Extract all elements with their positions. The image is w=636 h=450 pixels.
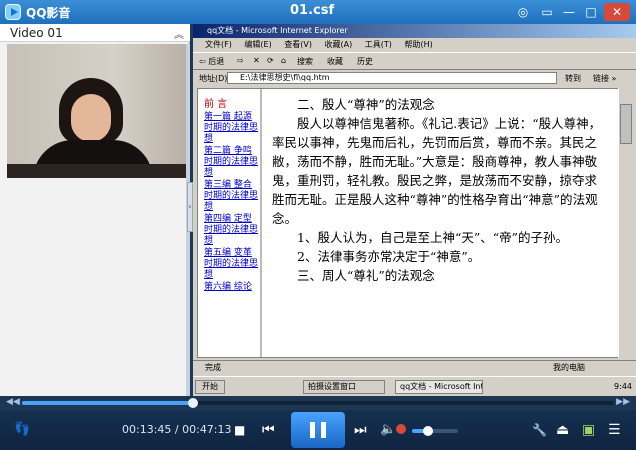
ie-links-label: 链接 » [593, 74, 617, 83]
total-time: 00:47:13 [182, 423, 232, 436]
seek-bar: ◀◀ ▶▶ [0, 396, 636, 410]
seek-handle[interactable] [188, 398, 199, 408]
ie-start-button: 开始 [195, 380, 225, 394]
ie-title-bar: qq文档 - Microsoft Internet Explorer [193, 24, 636, 38]
ie-home-icon: ⌂ [281, 56, 287, 65]
fast-forward-icon[interactable]: ▶▶ [616, 397, 630, 407]
skin-icon[interactable]: ◎ [514, 3, 532, 21]
thumbnail-desk [7, 164, 187, 178]
ie-menu-item: 收藏(A) [324, 40, 353, 49]
mute-indicator-icon [396, 424, 406, 434]
ie-favorites-label: 收藏 [327, 57, 343, 66]
ie-menu-bar: 文件(F) 编辑(E) 查看(V) 收藏(A) 工具(T) 帮助(H) [193, 38, 636, 52]
ie-menu-item: 编辑(E) [244, 40, 272, 49]
ie-nav-frame: 前 言 第一篇 起源时期的法律思想 第二篇 争鸣时期的法律思想 第三编 整合时期… [198, 89, 262, 357]
rewind-icon[interactable]: ◀◀ [6, 397, 20, 407]
ie-status-text: 完成 [205, 363, 221, 372]
playlist-item-label[interactable]: Video 01 [10, 26, 63, 40]
content-paragraph: 三、周人“尊礼”的法观念 [272, 268, 435, 283]
minimize-button[interactable]: — [560, 3, 578, 21]
ie-nav-link: 第四编 定型时期的法律思想 [204, 214, 259, 246]
previous-button[interactable]: ⏮ [262, 418, 275, 442]
ie-address-bar: 地址(D) E:\法律思想史\fl\qq.htm 转到 链接 » [193, 70, 636, 86]
content-paragraph: 二、殷人“尊神”的法观念 [272, 97, 435, 112]
thumbnail-person-face [71, 94, 111, 142]
playlist-header: Video 01 ︽ [0, 24, 190, 42]
ie-page-frame: 前 言 第一篇 起源时期的法律思想 第二篇 争鸣时期的法律思想 第三编 整合时期… [197, 88, 620, 358]
seek-track[interactable] [22, 398, 614, 408]
file-name: 01.csf [290, 3, 335, 18]
ie-status-bar: 完成 我的电脑 [193, 360, 636, 374]
content-paragraph: 殷人以尊神信鬼著称。《礼记.表记》上说：“殷人尊神，率民以事神，先鬼而后礼，先罚… [272, 116, 602, 226]
ie-nav-title: 前 言 [204, 99, 228, 110]
seek-progress-fill [22, 401, 194, 405]
ie-back-icon: ⇦ 后退 [199, 57, 225, 66]
video-thumbnail[interactable] [7, 44, 187, 178]
stop-button[interactable]: ■ [234, 418, 245, 442]
time-display: 00:13:45 / 00:47:13 [122, 423, 232, 436]
ie-menu-item: 工具(T) [364, 40, 392, 49]
volume-handle[interactable] [423, 426, 434, 436]
main-menu-icon[interactable]: ▭ [538, 3, 556, 21]
ie-address-value: E:\法律思想史\fl\qq.htm [227, 72, 557, 84]
ie-nav-link: 第二篇 争鸣时期的法律思想 [204, 146, 259, 178]
ie-forward-icon: ⇨ [237, 56, 244, 65]
ie-task-item: 拍摄设置窗口 [303, 380, 385, 394]
content-paragraph: 2、法律事务亦常决定于“神意”。 [272, 249, 481, 264]
ie-toolbar: ⇦ 后退 ⇨ ✕ ⟳ ⌂ 搜索 收藏 历史 [193, 52, 636, 70]
tools-icon[interactable]: 🔧 [532, 418, 547, 442]
video-display[interactable]: qq文档 - Microsoft Internet Explorer 文件(F)… [193, 24, 636, 396]
ie-clock: 9:44 [614, 382, 632, 391]
control-bar: 👣 00:13:45 / 00:47:13 ■ ⏮ ⏭ 🔈 🔧 ⏏ ▣ ☰ [0, 410, 636, 450]
volume-slider[interactable] [412, 426, 458, 436]
playlist-panel: Video 01 ︽ [0, 24, 190, 396]
ie-nav-link: 第六编 综论 [204, 282, 252, 292]
app-name: QQ影音 [26, 6, 71, 20]
ie-taskbar: 开始 拍摄设置窗口 qq文档 - Microsoft Inter... 9:44 [193, 376, 636, 396]
qq-player-window: QQ影音 01.csf ◎ ▭ — □ ✕ Video 01 ︽ ‹ qq文档 … [0, 0, 636, 450]
time-separator: / [171, 423, 183, 436]
volume-icon[interactable]: 🔈 [380, 418, 396, 442]
footprint-icon[interactable]: 👣 [14, 418, 30, 442]
qq-player-logo-icon[interactable] [5, 4, 21, 20]
collapse-icon[interactable]: ︽ [174, 26, 184, 41]
ie-content-frame: 二、殷人“尊神”的法观念 殷人以尊神信鬼著称。《礼记.表记》上说：“殷人尊神，率… [272, 95, 608, 357]
pause-icon [310, 422, 315, 438]
ie-history-label: 历史 [357, 57, 373, 66]
pause-button[interactable] [291, 412, 345, 448]
close-button[interactable]: ✕ [604, 3, 630, 21]
ie-menu-item: 帮助(H) [404, 40, 433, 49]
pause-icon-bar [321, 422, 326, 438]
maximize-button[interactable]: □ [582, 3, 600, 21]
playlist-icon[interactable]: ☰ [608, 418, 621, 442]
ie-address-label: 地址(D) [199, 74, 228, 83]
title-bar: QQ影音 01.csf ◎ ▭ — □ ✕ [0, 0, 636, 24]
video-frame-ie-window: qq文档 - Microsoft Internet Explorer 文件(F)… [193, 24, 636, 396]
screen-icon[interactable]: ▣ [582, 418, 595, 442]
ie-go-label: 转到 [565, 74, 581, 83]
ie-nav-link: 第三编 整合时期的法律思想 [204, 180, 259, 212]
ie-refresh-icon: ⟳ [267, 56, 274, 65]
ie-stop-icon: ✕ [253, 56, 260, 65]
ie-scrollbar [618, 88, 632, 358]
ie-nav-link: 第一篇 起源时期的法律思想 [204, 112, 259, 144]
ie-search-label: 搜索 [297, 57, 313, 66]
ie-menu-item: 文件(F) [205, 40, 232, 49]
content-paragraph: 1、殷人认为，自己是至上神“天”、“帝”的子孙。 [272, 230, 569, 245]
open-file-icon[interactable]: ⏏ [556, 418, 569, 442]
ie-scroll-thumb [620, 104, 632, 144]
ie-nav-link: 第五编 变革时期的法律思想 [204, 248, 259, 280]
next-button[interactable]: ⏭ [354, 418, 367, 442]
current-time: 00:13:45 [122, 423, 172, 436]
ie-task-item: qq文档 - Microsoft Inter... [395, 380, 483, 394]
ie-menu-item: 查看(V) [284, 40, 312, 49]
ie-status-zone: 我的电脑 [553, 363, 585, 372]
